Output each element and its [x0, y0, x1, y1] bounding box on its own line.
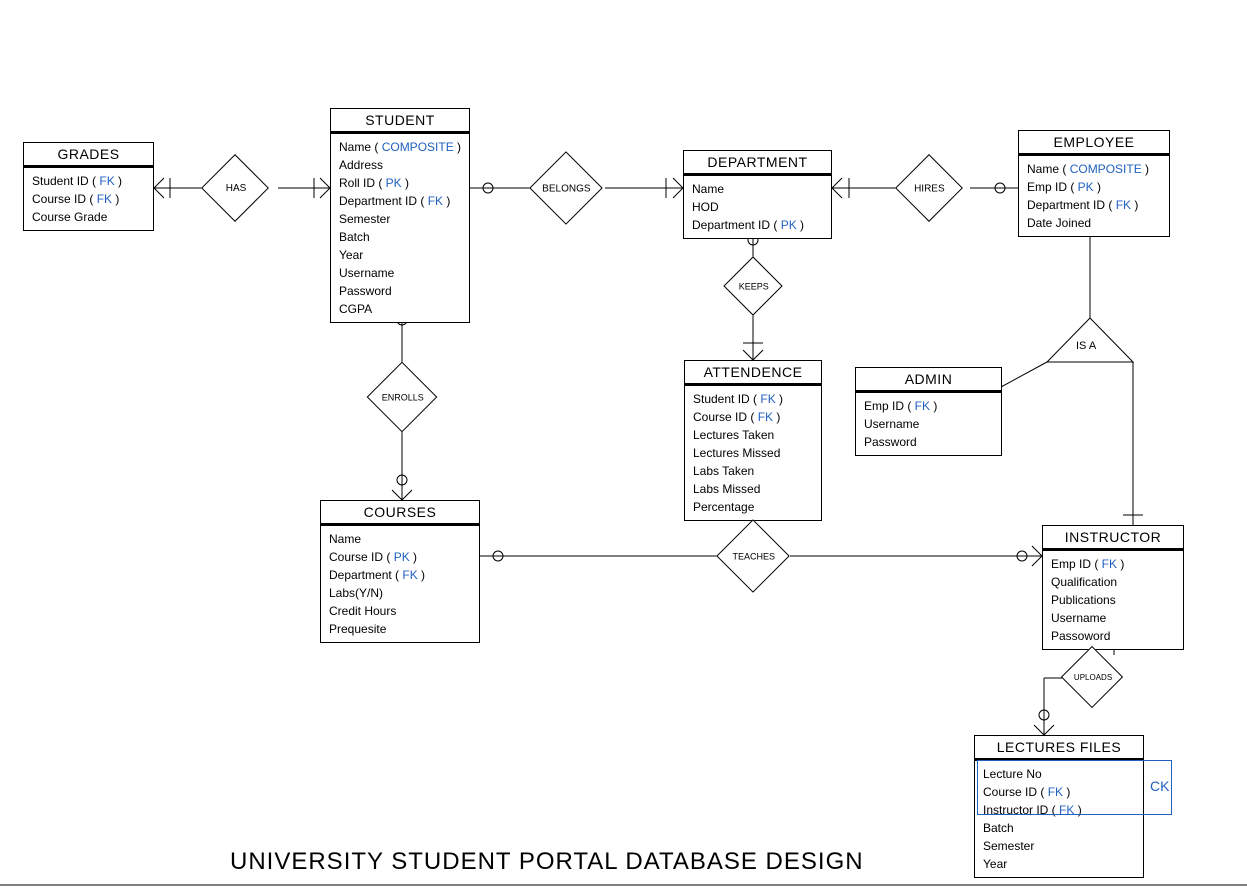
entity-instructor-title: INSTRUCTOR — [1043, 526, 1183, 549]
entity-department: DEPARTMENT NameHODDepartment ID ( PK ) — [683, 150, 832, 239]
entity-employee: EMPLOYEE Name ( COMPOSITE )Emp ID ( PK )… — [1018, 130, 1170, 237]
entity-student-attrs: Name ( COMPOSITE )AddressRoll ID ( PK )D… — [331, 134, 469, 322]
entity-admin-title: ADMIN — [856, 368, 1001, 391]
entity-department-title: DEPARTMENT — [684, 151, 831, 174]
entity-department-attrs: NameHODDepartment ID ( PK ) — [684, 176, 831, 238]
entity-courses-title: COURSES — [321, 501, 479, 524]
rel-keeps: KEEPS — [723, 256, 782, 315]
entity-attendence-attrs: Student ID ( FK )Course ID ( FK )Lecture… — [685, 386, 821, 520]
entity-admin: ADMIN Emp ID ( FK )UsernamePassword — [855, 367, 1002, 456]
entity-lectures-title: LECTURES FILES — [975, 736, 1143, 759]
rel-enrolls: ENROLLS — [367, 362, 438, 433]
entity-grades-title: GRADES — [24, 143, 153, 166]
entity-employee-title: EMPLOYEE — [1019, 131, 1169, 154]
entity-attendence-title: ATTENDENCE — [685, 361, 821, 384]
ck-label: CK — [1150, 778, 1169, 794]
diagram-title: UNIVERSITY STUDENT PORTAL DATABASE DESIG… — [230, 848, 864, 876]
entity-grades-attrs: Student ID ( FK )Course ID ( FK )Course … — [24, 168, 153, 230]
entity-attendence: ATTENDENCE Student ID ( FK )Course ID ( … — [684, 360, 822, 521]
entity-student: STUDENT Name ( COMPOSITE )AddressRoll ID… — [330, 108, 470, 323]
entity-student-title: STUDENT — [331, 109, 469, 132]
entity-admin-attrs: Emp ID ( FK )UsernamePassword — [856, 393, 1001, 455]
ck-box — [977, 760, 1172, 815]
entity-employee-attrs: Name ( COMPOSITE )Emp ID ( PK )Departmen… — [1019, 156, 1169, 236]
rel-uploads: UPLOADS — [1061, 646, 1123, 708]
rel-has: HAS — [201, 154, 269, 222]
entity-instructor-attrs: Emp ID ( FK )QualificationPublicationsUs… — [1043, 551, 1183, 649]
rel-hires: HIRES — [895, 154, 963, 222]
rel-belongs: BELONGS — [529, 151, 603, 225]
rel-isa: IS A — [1076, 340, 1096, 352]
entity-courses: COURSES NameCourse ID ( PK )Department (… — [320, 500, 480, 643]
entity-instructor: INSTRUCTOR Emp ID ( FK )QualificationPub… — [1042, 525, 1184, 650]
entity-grades: GRADES Student ID ( FK )Course ID ( FK )… — [23, 142, 154, 231]
rel-teaches: TEACHES — [716, 519, 790, 593]
entity-courses-attrs: NameCourse ID ( PK )Department ( FK )Lab… — [321, 526, 479, 642]
